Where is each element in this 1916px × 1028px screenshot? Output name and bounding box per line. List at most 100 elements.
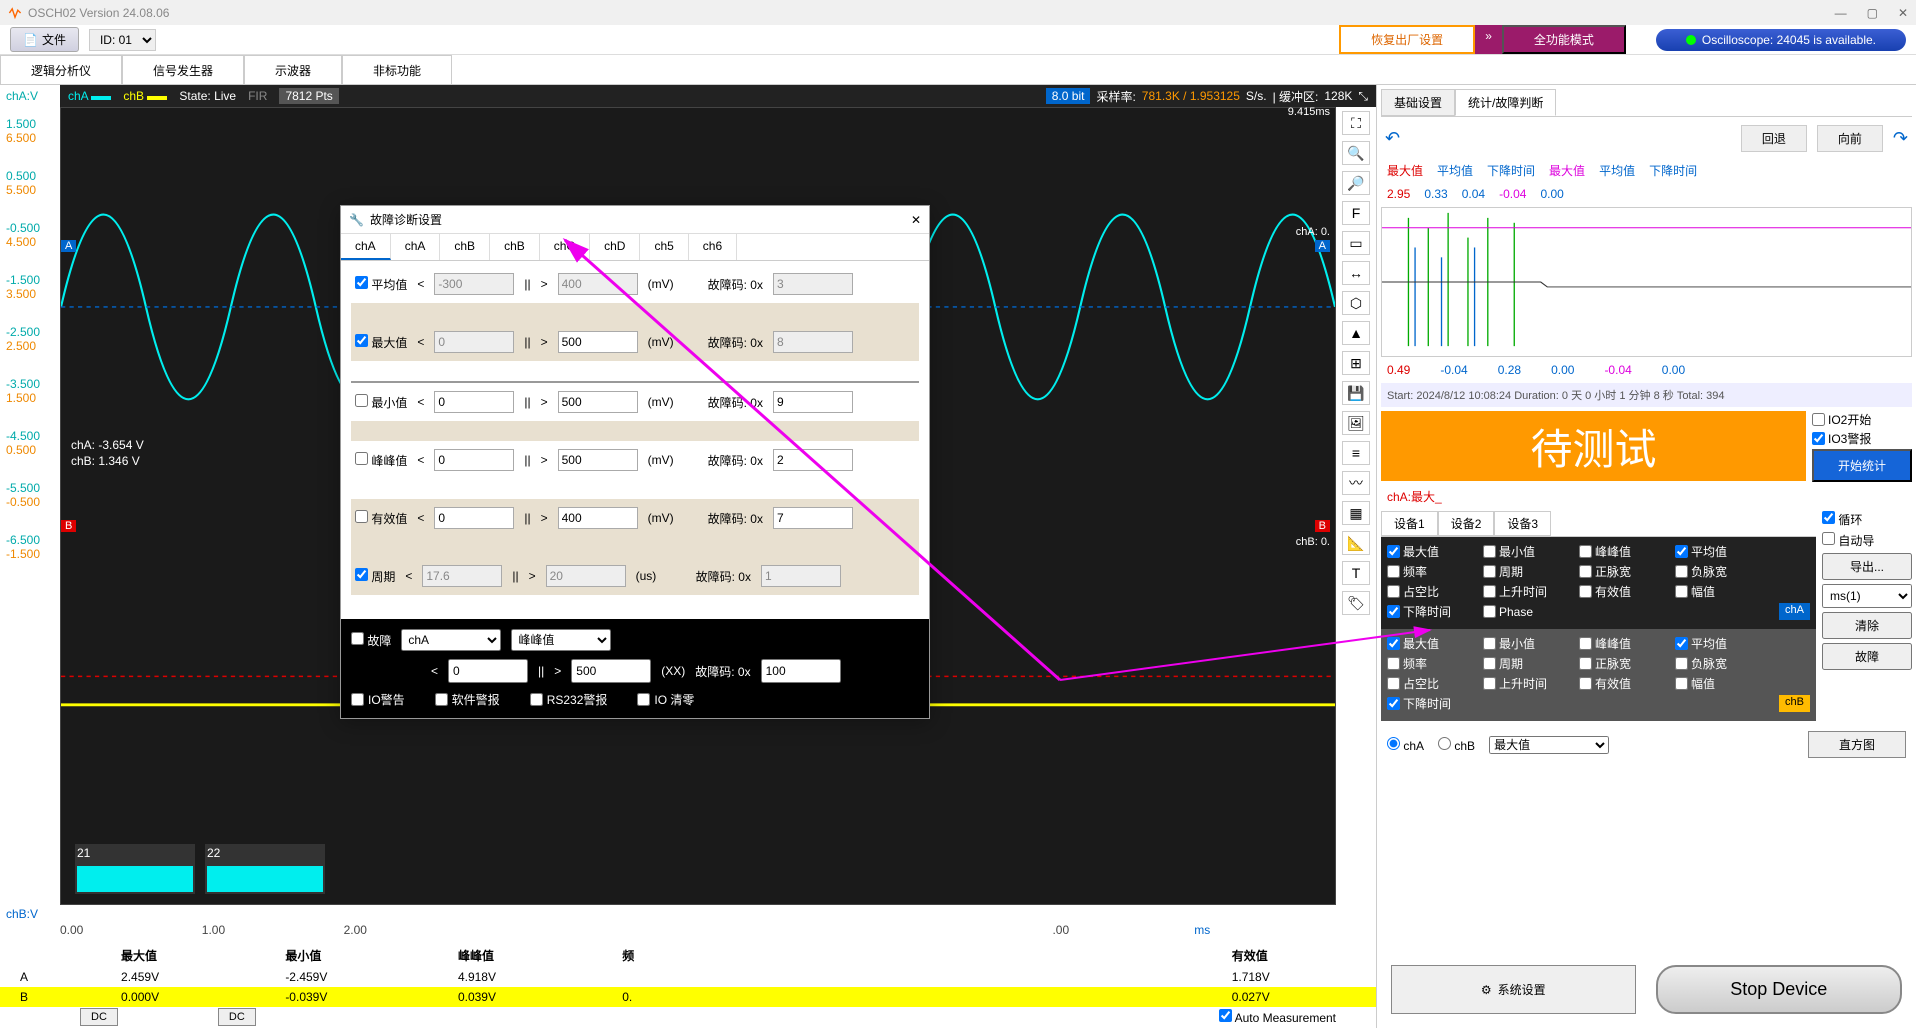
cb-下降时间[interactable]: 下降时间	[1387, 603, 1467, 620]
tool-icon-7[interactable]: ▲	[1342, 321, 1370, 345]
io3-checkbox[interactable]: IO3警报	[1812, 430, 1912, 447]
marker-a[interactable]: A	[61, 240, 76, 252]
cb-占空比[interactable]: 占空比	[1387, 675, 1467, 692]
export-button[interactable]: 导出...	[1822, 553, 1912, 580]
dialog-tab-ch56[interactable]: ch5	[640, 234, 688, 260]
tool-icon-1[interactable]: 🔍	[1342, 141, 1370, 165]
foot-opt-软件警报[interactable]: 软件警报	[435, 691, 500, 708]
histogram-button[interactable]: 直方图	[1808, 731, 1906, 758]
cb-占空比[interactable]: 占空比	[1387, 583, 1467, 600]
tool-icon-16[interactable]: 🏷	[1342, 591, 1370, 615]
cb-有效值[interactable]: 有效值	[1579, 675, 1659, 692]
tool-icon-3[interactable]: F	[1342, 201, 1370, 225]
thumb-21[interactable]: 21	[75, 844, 195, 894]
tool-icon-8[interactable]: ⊞	[1342, 351, 1370, 375]
dialog-tab-ch67[interactable]: ch6	[689, 234, 737, 260]
expand-icon[interactable]: ⤡	[1358, 89, 1368, 104]
cb-有效值[interactable]: 有效值	[1579, 583, 1659, 600]
cb-最小值[interactable]: 最小值	[1483, 543, 1563, 560]
cb-最大值[interactable]: 最大值	[1387, 543, 1467, 560]
tool-icon-2[interactable]: 🔎	[1342, 171, 1370, 195]
clear-button[interactable]: 清除	[1822, 612, 1912, 639]
fault-checkbox[interactable]: 故障	[351, 632, 391, 649]
cb-平均值[interactable]: 平均值	[1675, 543, 1755, 560]
back-button[interactable]: 回退	[1741, 125, 1807, 152]
param-check-平均值[interactable]: 平均值	[355, 276, 407, 293]
tool-icon-12[interactable]: 〰	[1342, 471, 1370, 495]
auto-measurement-checkbox[interactable]: Auto Measurement	[1219, 1009, 1336, 1025]
maximize-button[interactable]: ▢	[1867, 6, 1878, 20]
tool-icon-15[interactable]: T	[1342, 561, 1370, 585]
radio-chb[interactable]: chB	[1438, 737, 1475, 753]
cb-频率[interactable]: 频率	[1387, 655, 1467, 672]
param-check-峰峰值[interactable]: 峰峰值	[355, 452, 407, 469]
measure-type-select[interactable]: 最大值	[1489, 736, 1609, 754]
io2-checkbox[interactable]: IO2开始	[1812, 411, 1912, 428]
tool-icon-0[interactable]: ⛶	[1342, 111, 1370, 135]
dialog-tab-chB2[interactable]: chB	[440, 234, 490, 260]
foot-lo-input[interactable]	[448, 659, 528, 683]
code-input[interactable]	[773, 507, 853, 529]
fault-button[interactable]: 故障	[1822, 643, 1912, 670]
tab-basic-settings[interactable]: 基础设置	[1381, 89, 1455, 116]
radio-cha[interactable]: chA	[1387, 737, 1424, 753]
lo-input[interactable]	[434, 507, 514, 529]
start-statistics-button[interactable]: 开始统计	[1812, 449, 1912, 482]
channel-select[interactable]: chA	[401, 629, 501, 651]
lo-input[interactable]	[434, 449, 514, 471]
dialog-tab-chB3[interactable]: chB	[490, 234, 540, 260]
tool-icon-5[interactable]: ↔	[1342, 261, 1370, 285]
system-settings-button[interactable]: ⚙ 系统设置	[1391, 965, 1636, 1014]
tool-icon-10[interactable]: 🖼	[1342, 411, 1370, 435]
tab-custom[interactable]: 非标功能	[342, 55, 452, 84]
cb-上升时间[interactable]: 上升时间	[1483, 583, 1563, 600]
forward-button[interactable]: 向前	[1817, 125, 1883, 152]
tool-icon-13[interactable]: ▦	[1342, 501, 1370, 525]
tool-icon-6[interactable]: ⬡	[1342, 291, 1370, 315]
code-input[interactable]	[773, 391, 853, 413]
tab-device2[interactable]: 设备2	[1438, 511, 1495, 536]
param-check-有效值[interactable]: 有效值	[355, 510, 407, 527]
marker-b-r[interactable]: B	[1315, 520, 1330, 532]
cb-上升时间[interactable]: 上升时间	[1483, 675, 1563, 692]
dialog-tab-chD5[interactable]: chD	[590, 234, 640, 260]
stop-device-button[interactable]: Stop Device	[1656, 965, 1903, 1014]
tab-oscilloscope[interactable]: 示波器	[244, 55, 342, 84]
cb-最大值[interactable]: 最大值	[1387, 635, 1467, 652]
cb-负脉宽[interactable]: 负脉宽	[1675, 655, 1755, 672]
param-check-最小值[interactable]: 最小值	[355, 394, 407, 411]
autoexport-checkbox[interactable]: 自动导	[1822, 532, 1912, 549]
mini-chart[interactable]	[1381, 207, 1912, 357]
foot-opt-IO警告[interactable]: IO警告	[351, 691, 405, 708]
marker-a-r[interactable]: A	[1315, 240, 1330, 252]
cb-峰峰值[interactable]: 峰峰值	[1579, 635, 1659, 652]
cb-最小值[interactable]: 最小值	[1483, 635, 1563, 652]
cb-周期[interactable]: 周期	[1483, 655, 1563, 672]
hi-input[interactable]	[558, 391, 638, 413]
cb-幅值[interactable]: 幅值	[1675, 583, 1755, 600]
minimize-button[interactable]: —	[1835, 6, 1847, 20]
cb-Phase[interactable]: Phase	[1483, 603, 1563, 620]
tab-device3[interactable]: 设备3	[1494, 511, 1551, 536]
dialog-tab-chA0[interactable]: chA	[341, 234, 391, 260]
tool-icon-9[interactable]: 💾	[1342, 381, 1370, 405]
loop-checkbox[interactable]: 循环	[1822, 511, 1912, 528]
param-check-最大值[interactable]: 最大值	[355, 334, 407, 351]
tab-signal-gen[interactable]: 信号发生器	[122, 55, 244, 84]
thumb-22[interactable]: 22	[205, 844, 325, 894]
tool-icon-11[interactable]: ≡	[1342, 441, 1370, 465]
measure-select[interactable]: 峰峰值	[511, 629, 611, 651]
cb-下降时间[interactable]: 下降时间	[1387, 695, 1467, 712]
lo-input[interactable]	[434, 391, 514, 413]
hi-input[interactable]	[558, 449, 638, 471]
cb-平均值[interactable]: 平均值	[1675, 635, 1755, 652]
id-select[interactable]: ID: 01	[89, 29, 156, 51]
undo-icon[interactable]: ↶	[1385, 128, 1400, 149]
cb-峰峰值[interactable]: 峰峰值	[1579, 543, 1659, 560]
file-menu-button[interactable]: 📄 文件	[10, 27, 79, 52]
tool-icon-4[interactable]: ▭	[1342, 231, 1370, 255]
cb-负脉宽[interactable]: 负脉宽	[1675, 563, 1755, 580]
cb-正脉宽[interactable]: 正脉宽	[1579, 563, 1659, 580]
cb-幅值[interactable]: 幅值	[1675, 675, 1755, 692]
redo-icon[interactable]: ↷	[1893, 128, 1908, 149]
